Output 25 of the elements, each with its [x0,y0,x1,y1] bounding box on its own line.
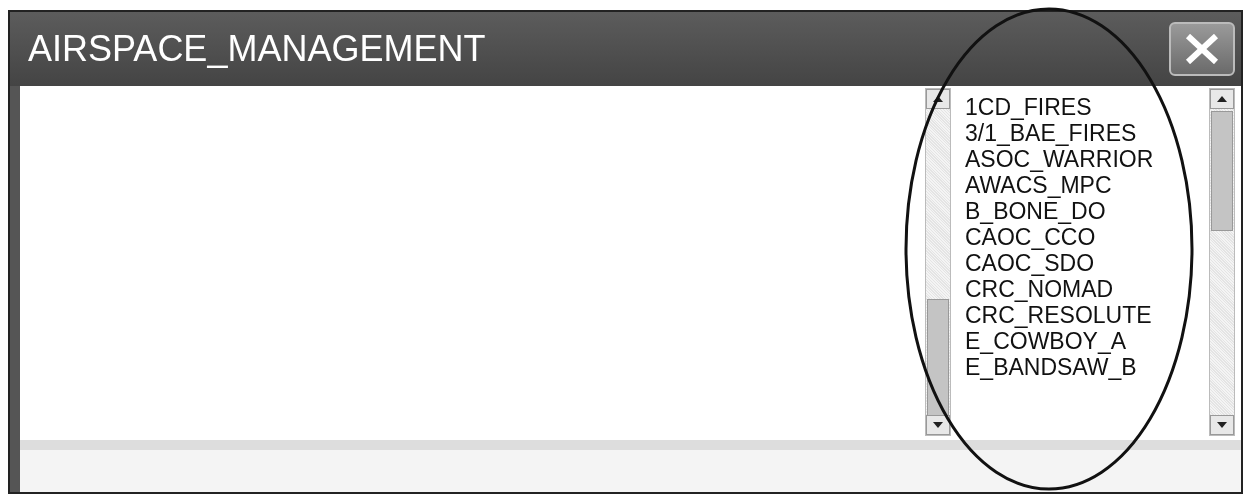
list-item[interactable]: CRC_RESOLUTE [965,302,1209,328]
scrollbar[interactable] [1209,88,1235,436]
list-item[interactable]: E_COWBOY_A [965,328,1209,354]
down-arrow-icon [1217,422,1227,428]
close-icon [1184,34,1220,64]
list-item[interactable]: CRC_NOMAD [965,276,1209,302]
scroll-down-button[interactable] [926,415,950,435]
scroll-down-button[interactable] [1210,415,1234,435]
up-arrow-icon [933,96,943,102]
list-item[interactable]: AWACS_MPC [965,172,1209,198]
window-title: AIRSPACE_MANAGEMENT [28,27,486,71]
up-arrow-icon [1217,96,1227,102]
list-item[interactable]: B_BONE_DO [965,198,1209,224]
close-button[interactable] [1169,22,1235,76]
scrollbar[interactable] [925,88,951,436]
scroll-up-button[interactable] [1210,89,1234,109]
list-item[interactable]: 1CD_FIRES [965,94,1209,120]
list-item[interactable]: CAOC_SDO [965,250,1209,276]
scroll-thumb[interactable] [1211,111,1233,231]
list-item[interactable]: 3/1_BAE_FIRES [965,120,1209,146]
down-arrow-icon [933,422,943,428]
list-item[interactable]: E_BANDSAW_B [965,354,1209,380]
list-item[interactable]: ASOC_WARRIOR [965,146,1209,172]
list-item[interactable]: CAOC_CCO [965,224,1209,250]
scroll-thumb[interactable] [927,299,949,417]
